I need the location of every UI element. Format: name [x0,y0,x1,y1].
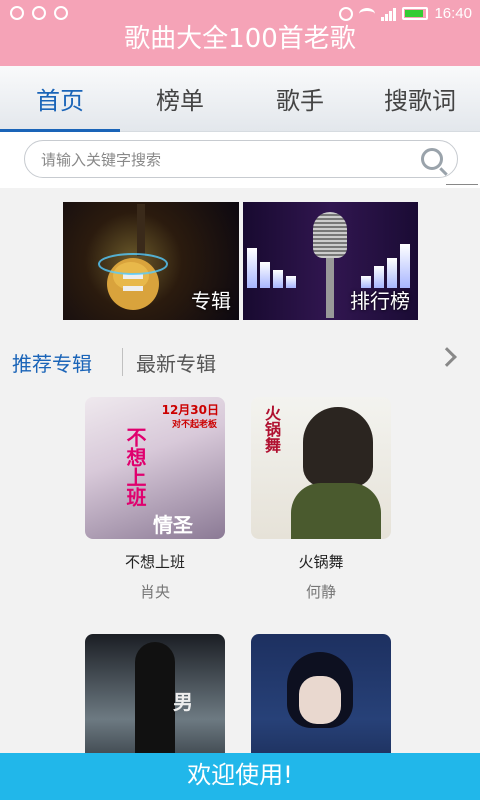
system-icons: 16:40 [339,5,472,22]
weibo-icon [10,6,24,20]
cover-date-text: 12月30日 [161,403,219,417]
search-box [24,140,458,178]
emoji-icon [54,6,68,20]
ranking-banner[interactable]: 排行榜 [243,202,418,320]
main-tabs: 首页 榜单 歌手 搜歌词 [0,66,480,132]
status-bar: 16:40 [0,0,480,30]
divider [122,348,123,376]
album-cover: 12月30日 对不起老板 不想上班 情圣 [85,397,225,539]
tab-singers[interactable]: 歌手 [240,66,360,131]
tab-newest-albums[interactable]: 最新专辑 [136,348,216,377]
battery-icon [402,7,429,20]
album-card[interactable]: 12月30日 对不起老板 不想上班 情圣 不想上班 肖央 [85,397,225,602]
search-area [0,132,480,188]
usb-icon [32,6,46,20]
equalizer-left-icon [247,248,296,288]
album-tabs: 推荐专辑 最新专辑 [0,338,480,382]
notification-icons [10,6,68,20]
cover-title-text: 火锅舞 [262,405,281,453]
album-title: 火锅舞 [298,553,344,571]
microphone-image [313,212,347,258]
album-banner[interactable]: 专辑 [63,202,239,320]
wifi-icon [359,7,376,20]
cover-title-text: 不想上班 [123,427,147,507]
title-bar [0,30,480,66]
chevron-right-icon[interactable] [437,347,457,367]
signal-icon [381,7,397,21]
search-input[interactable] [41,148,411,172]
tab-home[interactable]: 首页 [0,66,120,132]
tab-charts[interactable]: 榜单 [120,66,240,131]
artist-face [299,676,341,724]
artist-outfit [291,483,381,539]
ranking-banner-label: 排行榜 [350,289,410,313]
microphone-stand [326,258,334,318]
artist-silhouette [135,642,175,762]
welcome-banner[interactable]: 欢迎使用! [0,753,480,800]
album-banner-label: 专辑 [191,289,231,313]
cover-brand-text: 情圣 [153,513,193,537]
album-cover: 火锅舞 [251,397,391,539]
alarm-icon [339,6,354,21]
album-card[interactable]: 火锅舞 火锅舞 何静 [251,397,391,602]
tab-lyrics-search[interactable]: 搜歌词 [360,66,480,131]
equalizer-right-icon [361,244,410,288]
status-time: 16:40 [434,5,472,22]
guitar-image [98,204,168,310]
divider [446,184,478,185]
album-artist: 何静 [305,583,336,601]
cover-subtitle-text: 对不起老板 [171,420,217,430]
search-icon[interactable] [421,148,443,170]
album-artist: 肖央 [139,583,170,601]
tab-recommended-albums[interactable]: 推荐专辑 [12,348,92,377]
album-title: 不想上班 [124,553,185,571]
artist-photo [303,407,373,487]
cover-title-text: 男 [173,690,193,714]
